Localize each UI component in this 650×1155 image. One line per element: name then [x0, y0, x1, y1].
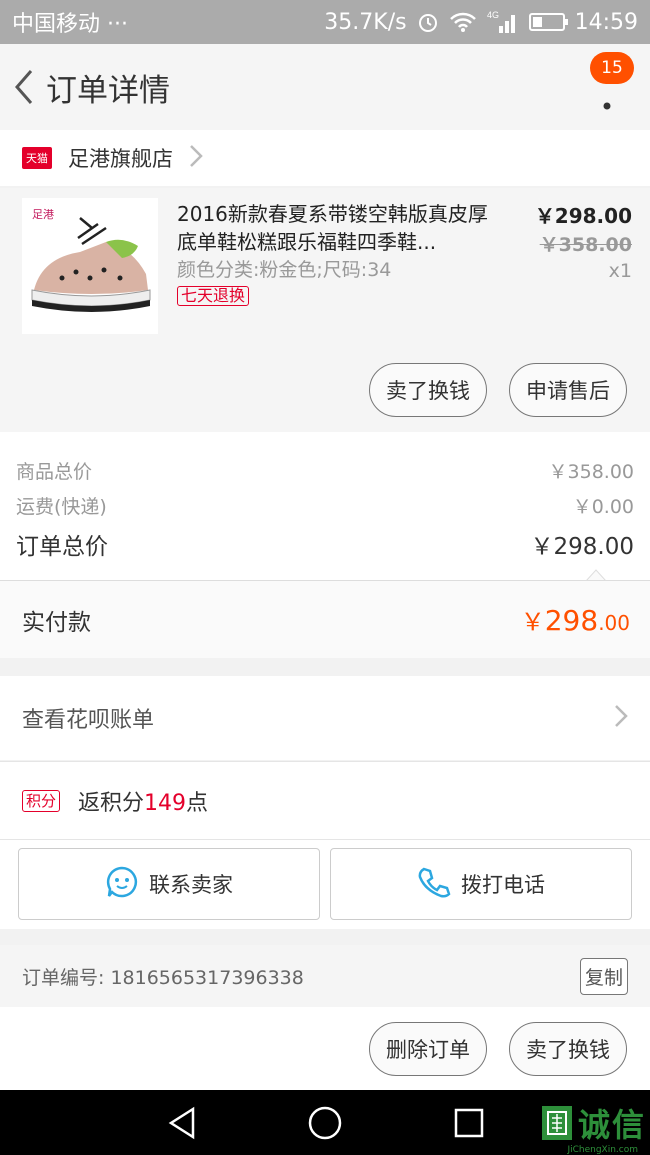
call-phone-label: 拨打电话: [461, 873, 545, 897]
app-header: 订单详情 15: [0, 44, 650, 130]
order-number: 订单编号: 1816565317396338: [22, 966, 304, 989]
page-title: 订单详情: [46, 72, 170, 109]
watermark: 诚信: [541, 1100, 646, 1146]
contact-seller-label: 联系卖家: [149, 873, 233, 897]
nav-home-icon[interactable]: [303, 1090, 347, 1155]
svg-text:足港: 足港: [32, 208, 54, 221]
points-count: 149: [144, 790, 187, 816]
points-badge: 积分: [22, 789, 61, 812]
product-sku: 颜色分类:粉金色;尺码:34: [177, 259, 392, 281]
net-speed: 35.7K/s: [324, 9, 407, 35]
sell-item-button[interactable]: 卖了换钱: [369, 363, 487, 417]
watermark-subtext: JiChengXin.com: [567, 1145, 638, 1155]
alarm-icon: [417, 11, 439, 33]
after-sale-button[interactable]: 申请售后: [509, 363, 627, 417]
cell-signal-icon: 4G: [487, 10, 519, 34]
shop-row[interactable]: 天猫 足港旗舰店: [0, 130, 650, 186]
copy-button[interactable]: 复制: [579, 957, 628, 995]
nav-back-icon[interactable]: [160, 1090, 204, 1155]
phone-icon: [417, 865, 451, 904]
goods-total-value: ￥358.00: [548, 461, 634, 483]
amount-paid-value: ￥298.00: [521, 602, 630, 637]
amount-paid-row: 实付款 ￥298.00: [0, 580, 650, 658]
product-original-price: ￥358.00: [539, 234, 632, 256]
sell-item-bottom-button[interactable]: 卖了换钱: [509, 1022, 627, 1076]
call-phone-button[interactable]: 拨打电话: [330, 848, 632, 920]
points-row: 积分 返积分149点: [0, 761, 650, 839]
product-title[interactable]: 2016新款春夏系带镂空韩版真皮厚底单鞋松糕跟乐福鞋四季鞋...: [177, 200, 492, 256]
back-arrow-icon[interactable]: [2, 44, 46, 130]
nav-recents-icon[interactable]: [447, 1090, 491, 1155]
amount-paid-decimal: .00: [598, 611, 630, 635]
shipping-row: 运费(快递) ￥0.00: [16, 492, 634, 519]
watermark-text: 诚信: [577, 1106, 646, 1144]
order-total-value: ￥298.00: [530, 534, 634, 560]
delete-order-button[interactable]: 删除订单: [369, 1022, 487, 1076]
goods-total-label: 商品总价: [16, 461, 93, 483]
order-number-row: 订单编号: 1816565317396338 复制: [0, 945, 650, 1007]
wifi-icon: [449, 11, 477, 33]
status-bar: 中国移动 ··· 35.7K/s 4G 14:59: [0, 0, 650, 44]
points-prefix: 返积分: [78, 790, 145, 816]
order-total-row: 订单总价 ￥298.00: [16, 527, 634, 561]
tmall-logo: 天猫: [22, 147, 52, 169]
shop-name: 足港旗舰店: [68, 147, 173, 171]
svg-text:4G: 4G: [487, 10, 499, 20]
product-item[interactable]: 足港 2016新款春夏系带镂空韩版真皮厚底单鞋松糕跟乐福鞋四季鞋... 颜色分类…: [0, 188, 650, 432]
chevron-right-icon: [189, 144, 203, 173]
amount-paid-label: 实付款: [22, 609, 91, 636]
battery-icon: [528, 13, 568, 31]
bottom-action-bar: 删除订单 卖了换钱: [0, 1007, 650, 1090]
shipping-value: ￥0.00: [572, 496, 634, 518]
product-quantity: x1: [608, 260, 632, 282]
amount-paid-currency: ￥: [520, 608, 545, 636]
amount-paid-integer: 298: [544, 604, 599, 637]
points-suffix: 点: [186, 790, 209, 816]
clock: 14:59: [574, 9, 638, 35]
points-text: 返积分149点: [78, 785, 208, 817]
chat-bubble-icon: [105, 865, 139, 904]
seven-day-return-badge: 七天退换: [177, 286, 250, 306]
shipping-label: 运费(快递): [16, 496, 107, 518]
product-price: ￥298.00: [534, 204, 632, 228]
huabei-bill-label: 查看花呗账单: [22, 708, 155, 733]
contact-section: 联系卖家 拨打电话: [0, 839, 650, 929]
carrier-name: 中国移动 ···: [12, 12, 128, 37]
contact-seller-button[interactable]: 联系卖家: [18, 848, 320, 920]
price-summary: 商品总价 ￥358.00 运费(快递) ￥0.00 订单总价 ￥298.00: [0, 432, 650, 580]
message-count-badge: 15: [590, 52, 634, 84]
order-total-label: 订单总价: [16, 534, 108, 560]
chevron-right-icon: [614, 702, 628, 735]
goods-total-row: 商品总价 ￥358.00: [16, 457, 634, 484]
watermark-logo-icon: [541, 1106, 572, 1140]
huabei-bill-row[interactable]: 查看花呗账单: [0, 676, 650, 760]
product-image[interactable]: 足港: [22, 198, 158, 334]
